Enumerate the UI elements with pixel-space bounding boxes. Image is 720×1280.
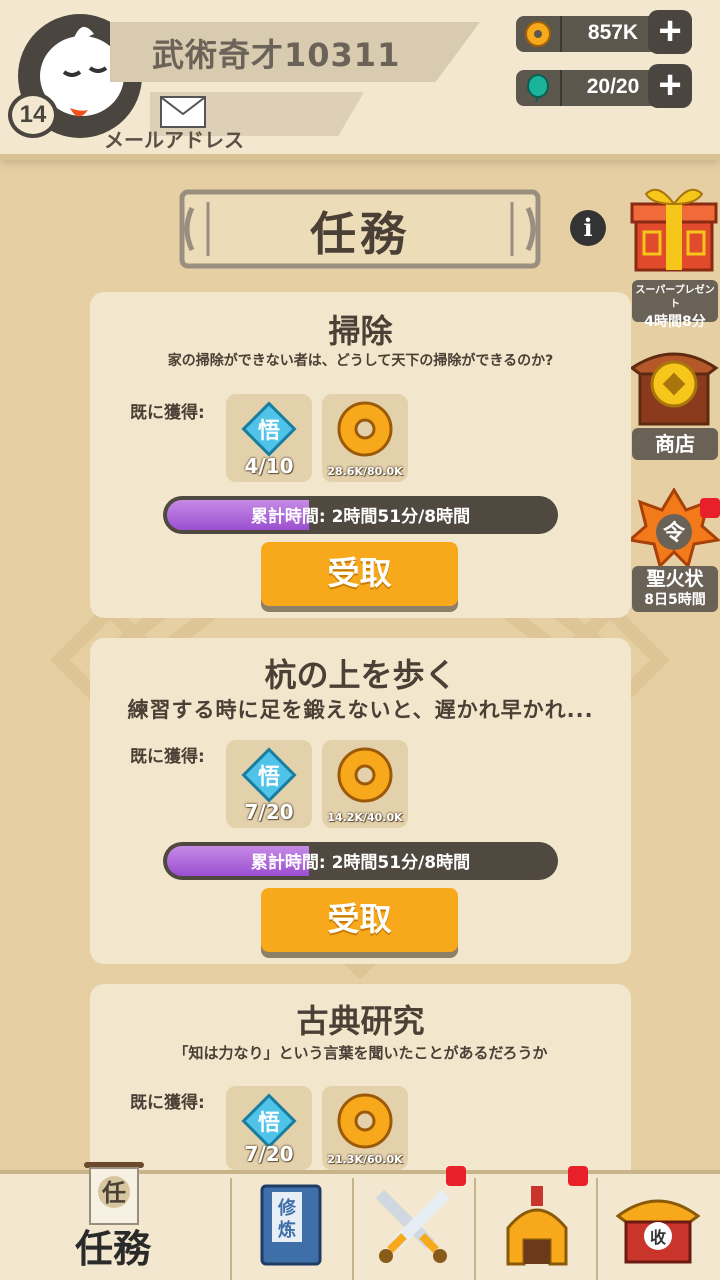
task-title: 掃除 [328, 312, 393, 350]
earned-label: 既に獲得: [130, 1093, 205, 1113]
coin-icon [337, 747, 393, 803]
info-icon[interactable]: i [570, 210, 606, 246]
level-badge: 14 [8, 92, 58, 138]
coin-reward-value: 14.2K/40.0K [327, 811, 403, 824]
earned-label: 既に獲得: [130, 403, 205, 423]
coin-reward[interactable]: 28.6K/80.0K [322, 394, 408, 482]
coin-value: 857K [587, 21, 639, 44]
progress-label: 累計時間: [250, 853, 326, 873]
coin-icon [337, 401, 393, 457]
wu-reward[interactable]: 悟 7/20 [226, 1086, 312, 1170]
shop-icon[interactable] [628, 338, 720, 428]
add-coins-button[interactable]: + [648, 10, 692, 54]
task-card-pole-walk: 杭の上を歩く 練習する時に足を鍛えないと、遅かれ早かれ... 既に獲得: 悟 7… [90, 638, 631, 964]
wu-icon: 悟 [241, 401, 297, 457]
task-description: 「知は力なり」という言葉を聞いたことがあるだろうか [173, 1044, 548, 1062]
task-title: 古典研究 [296, 1002, 425, 1040]
book-icon: 修 炼 [260, 1184, 322, 1266]
earned-label: 既に獲得: [130, 747, 205, 767]
order-timer: 8日5時間 [644, 592, 706, 608]
crossed-swords-icon [375, 1189, 451, 1263]
coin-reward-value: 28.6K/80.0K [327, 465, 403, 478]
mail-address-label: メールアドレス [104, 128, 244, 152]
order-label-box[interactable]: 聖火状 8日5時間 [632, 566, 718, 612]
gift-icon[interactable] [628, 180, 720, 276]
time-progress-bar: 累計時間: 2時間51分/8時間 [163, 842, 558, 880]
task-title: 杭の上を歩く [264, 656, 457, 694]
nav-tasks-label: 任務 [74, 1227, 151, 1271]
time-progress-bar: 累計時間: 2時間51分/8時間 [163, 496, 558, 534]
order-label: 聖火状 [646, 568, 704, 590]
equipment-notification-dot [568, 1166, 588, 1186]
progress-value: 2時間51分/8時間 [331, 507, 471, 527]
player-name[interactable]: 武術奇才10311 [152, 30, 400, 76]
nav-tab-battle[interactable] [354, 1166, 476, 1280]
claim-button[interactable]: 受取 [261, 542, 458, 606]
progress-text: 累計時間: 2時間51分/8時間 [163, 848, 558, 873]
task-description: 家の掃除ができない者は、どうして天下の掃除ができるのか? [167, 353, 554, 369]
wu-reward-value: 7/20 [244, 1142, 294, 1166]
order-notification-dot [700, 498, 720, 518]
wu-icon: 悟 [241, 747, 297, 803]
coin-reward[interactable]: 14.2K/40.0K [322, 740, 408, 828]
wu-glyph: 悟 [258, 1111, 280, 1136]
gift-label-box[interactable]: スーパープレゼント 4時間8分 [632, 280, 718, 330]
order-glyph: 令 [663, 520, 686, 546]
balloon-icon [527, 74, 549, 102]
bottom-nav: 任 任務 修 炼 收 [0, 1162, 720, 1280]
coin-reward-value: 21.3K/60.0K [327, 1153, 403, 1166]
coin-icon [337, 1093, 393, 1149]
task-description: 練習する時に足を鍛えないと、遅かれ早かれ... [127, 698, 594, 722]
gift-timer: 4時間8分 [644, 314, 706, 330]
task-card-cleaning: 掃除 家の掃除ができない者は、どうして天下の掃除ができるのか? 既に獲得: 悟 … [90, 292, 631, 618]
shop-label[interactable]: 商店 [632, 428, 718, 460]
nav-tab-equipment[interactable] [476, 1166, 598, 1280]
wu-reward-value: 7/20 [244, 800, 294, 824]
nav-tab-tasks[interactable]: 任 任務 [0, 1162, 232, 1280]
add-stamina-button[interactable]: + [648, 64, 692, 108]
helmet-icon [506, 1186, 568, 1266]
book-glyph-2: 炼 [278, 1219, 296, 1241]
progress-value: 2時間51分/8時間 [331, 853, 471, 873]
page-title: 任務 [310, 207, 410, 261]
wu-reward[interactable]: 悟 4/10 [226, 394, 312, 482]
wu-reward-value: 4/10 [244, 454, 294, 478]
nav-tab-training[interactable]: 修 炼 [232, 1178, 354, 1280]
scroll-glyph: 任 [101, 1179, 126, 1207]
coin-reward[interactable]: 21.3K/60.0K [322, 1086, 408, 1170]
battle-notification-dot [446, 1166, 466, 1186]
wu-glyph: 悟 [258, 419, 280, 444]
book-glyph-1: 修 [277, 1197, 297, 1219]
task-card-classics: 古典研究 「知は力なり」という言葉を聞いたことがあるだろうか 既に獲得: 悟 7… [90, 984, 631, 1170]
harvest-building-icon: 收 [615, 1199, 701, 1264]
harvest-glyph: 收 [650, 1228, 666, 1247]
wu-reward[interactable]: 悟 7/20 [226, 740, 312, 828]
progress-text: 累計時間: 2時間51分/8時間 [163, 502, 558, 527]
stamina-value: 20/20 [586, 75, 640, 98]
claim-button[interactable]: 受取 [261, 888, 458, 952]
wu-glyph: 悟 [258, 765, 280, 790]
coin-icon [525, 21, 551, 47]
gift-label: スーパープレゼント [635, 285, 715, 310]
progress-label: 累計時間: [250, 507, 326, 527]
nav-tab-harvest[interactable]: 收 [598, 1178, 720, 1280]
